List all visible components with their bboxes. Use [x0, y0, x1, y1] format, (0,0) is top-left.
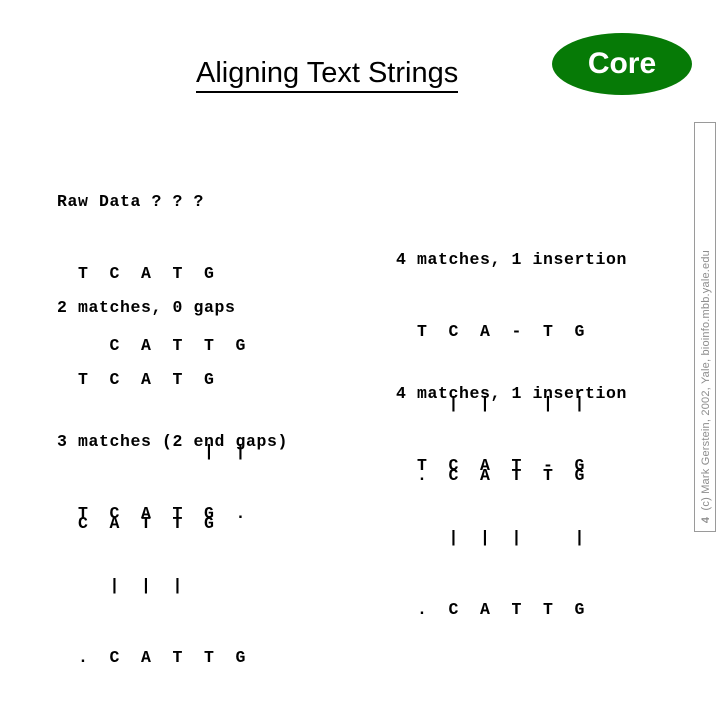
sequence-row-bottom: . C A T T G	[396, 600, 586, 619]
match-bars-row: | | | |	[396, 528, 586, 547]
copyright-credit: (c) Mark Gerstein, 2002, Yale, bioinfo.m…	[700, 250, 712, 511]
block-heading: 2 matches, 0 gaps	[57, 298, 236, 317]
block-heading: Raw Data ? ? ?	[57, 192, 205, 211]
sequence-row-bottom: . C A T T G	[57, 648, 247, 667]
match-bars-row: | | |	[57, 576, 184, 595]
alignment-block-three-matches: 3 matches (2 end gaps) T C A T G . | | |…	[57, 382, 288, 718]
block-heading: 3 matches (2 end gaps)	[57, 432, 289, 451]
credit-sidebar: (c) Mark Gerstein, 2002, Yale, bioinfo.m…	[694, 122, 716, 532]
slide-canvas: Aligning Text Strings Core Raw Data ? ? …	[0, 0, 720, 667]
credit-sidebar-inner: (c) Mark Gerstein, 2002, Yale, bioinfo.m…	[695, 121, 717, 531]
page-title: Aligning Text Strings	[196, 56, 459, 93]
alignment-block-insertion-b: 4 matches, 1 insertion T C A T - G | | |…	[396, 334, 627, 670]
sequence-row-top: T C A T G .	[57, 504, 247, 523]
sequence-row-top: T C A T - G	[396, 456, 586, 475]
core-badge: Core	[552, 33, 692, 95]
block-heading: 4 matches, 1 insertion	[396, 384, 628, 403]
core-badge-label: Core	[587, 47, 657, 80]
block-heading: 4 matches, 1 insertion	[396, 250, 628, 269]
page-number: 4	[700, 516, 712, 523]
